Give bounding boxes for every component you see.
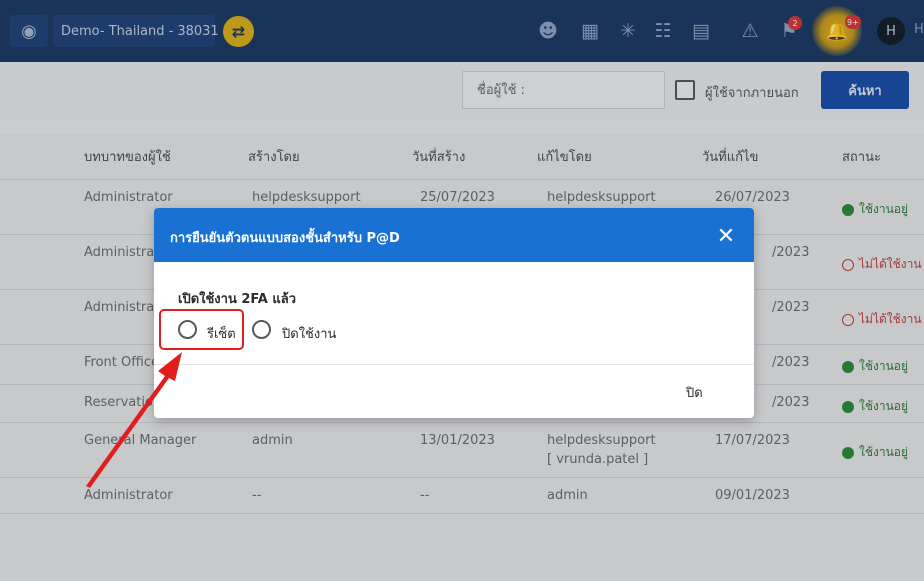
annotation-highlight-box	[159, 309, 244, 350]
dialog-footer-divider	[154, 364, 754, 365]
two-factor-enabled-label: เปิดใช้งาน 2FA แล้ว	[178, 292, 297, 307]
close-icon[interactable]: ✕	[712, 222, 740, 250]
two-factor-dialog: การยืนยันตัวตนแบบสองชั้นสำหรับ P@D ✕ เปิ…	[154, 208, 754, 418]
disable-radio[interactable]	[252, 320, 271, 339]
dialog-header: การยืนยันตัวตนแบบสองชั้นสำหรับ P@D ✕	[154, 208, 754, 262]
dialog-title: การยืนยันตัวตนแบบสองชั้นสำหรับ P@D	[170, 231, 400, 246]
disable-radio-label[interactable]: ปิดใช้งาน	[282, 323, 336, 344]
close-button[interactable]: ปิด	[686, 382, 703, 403]
